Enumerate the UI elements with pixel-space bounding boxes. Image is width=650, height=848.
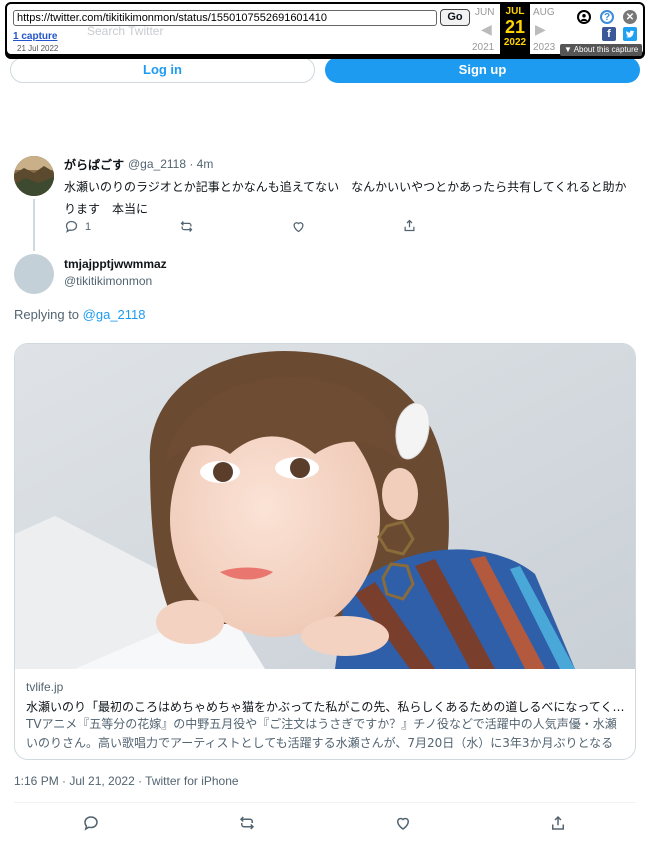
reply-tweet-meta[interactable]: @ga_2118 · 4m <box>128 157 213 171</box>
share-action[interactable] <box>402 218 417 233</box>
login-button[interactable]: Log in <box>10 57 315 83</box>
tweet-timestamp[interactable]: 1:16 PM · Jul 21, 2022 · Twitter for iPh… <box>14 774 239 788</box>
wayback-prev-year[interactable]: 2021 <box>472 42 494 53</box>
wayback-url-input[interactable]: https://twitter.com/tikitikimonmon/statu… <box>13 10 437 26</box>
card-title: 水瀬いのり「最初のころはめちゃめちゃ猫をかぶってた私がこの先、私らしくあるための… <box>26 700 626 714</box>
search-placeholder-behind: Search Twitter <box>87 24 164 38</box>
share-button[interactable] <box>549 814 569 834</box>
wayback-about-capture-button[interactable]: ▼ About this capture <box>560 44 643 56</box>
share-icon <box>552 815 564 830</box>
wayback-current-day: 21 <box>504 17 526 37</box>
wayback-go-button[interactable]: Go <box>440 9 470 26</box>
like-icon <box>293 222 304 233</box>
card-domain: tvlife.jp <box>26 680 64 694</box>
main-tweet-display-name[interactable]: tmjajpptjwwmmaz <box>64 257 167 271</box>
card-image <box>15 344 635 669</box>
reply-tweet-text: 水瀬いのりのラジオとか記事とかなんも追えてない なんかいいやつとかあったら共有し… <box>64 180 627 216</box>
wayback-next-month[interactable]: AUG <box>533 7 555 18</box>
wayback-prev-arrow-icon[interactable]: ◀ <box>481 22 492 38</box>
reply-icon <box>84 816 98 831</box>
card-description: TVアニメ『五等分の花嫁』の中野五月役や『ご注文はうさぎですか？』チノ役などで活… <box>26 717 617 750</box>
wayback-toolbar: Search Twitter https://twitter.com/tikit… <box>5 2 645 56</box>
avatar[interactable] <box>14 156 54 196</box>
share-icon <box>404 219 415 232</box>
twitter-icon[interactable] <box>623 27 637 41</box>
replying-to-prefix: Replying to <box>14 307 80 322</box>
main-tweet-handle[interactable]: @tikitikimonmon <box>64 274 152 288</box>
reply-button[interactable] <box>82 814 102 834</box>
wayback-capture-date: 21 Jul 2022 <box>17 44 59 53</box>
wayback-next-arrow-icon[interactable]: ▶ <box>535 22 546 38</box>
close-icon[interactable]: ✕ <box>623 10 637 24</box>
wayback-next-year[interactable]: 2023 <box>533 42 555 53</box>
avatar[interactable] <box>14 254 54 294</box>
wayback-captures-link[interactable]: 1 capture <box>13 31 57 42</box>
signup-button[interactable]: Sign up <box>325 57 640 83</box>
wayback-current-date: JUL 21 2022 <box>500 4 530 54</box>
reply-count: 1 <box>85 220 92 233</box>
replying-to-line: Replying to @ga_2118 <box>14 307 146 322</box>
retweet-action[interactable] <box>179 219 194 234</box>
wayback-current-month: JUL <box>505 6 525 17</box>
link-card[interactable]: tvlife.jp 水瀬いのり「最初のころはめちゃめちゃ猫をかぶってた私がこの先… <box>14 343 636 760</box>
like-action[interactable] <box>291 219 306 234</box>
help-icon[interactable]: ? <box>600 10 614 24</box>
facebook-icon[interactable]: f <box>602 27 616 41</box>
reply-tweet-display-name[interactable]: がらぱごす <box>64 156 124 173</box>
like-button[interactable] <box>394 814 414 834</box>
divider <box>14 802 636 803</box>
reply-icon <box>65 220 78 233</box>
retweet-icon <box>239 816 255 830</box>
like-icon <box>396 817 410 830</box>
replying-to-link[interactable]: @ga_2118 <box>83 307 146 322</box>
wayback-prev-month[interactable]: JUN <box>475 7 494 18</box>
thread-connector-line <box>33 199 35 251</box>
wayback-current-year: 2022 <box>503 37 527 48</box>
retweet-button[interactable] <box>238 814 258 834</box>
user-icon[interactable] <box>577 10 591 24</box>
retweet-icon <box>180 221 193 232</box>
reply-action[interactable]: 1 <box>64 219 91 234</box>
tweet-action-bar <box>14 814 636 834</box>
